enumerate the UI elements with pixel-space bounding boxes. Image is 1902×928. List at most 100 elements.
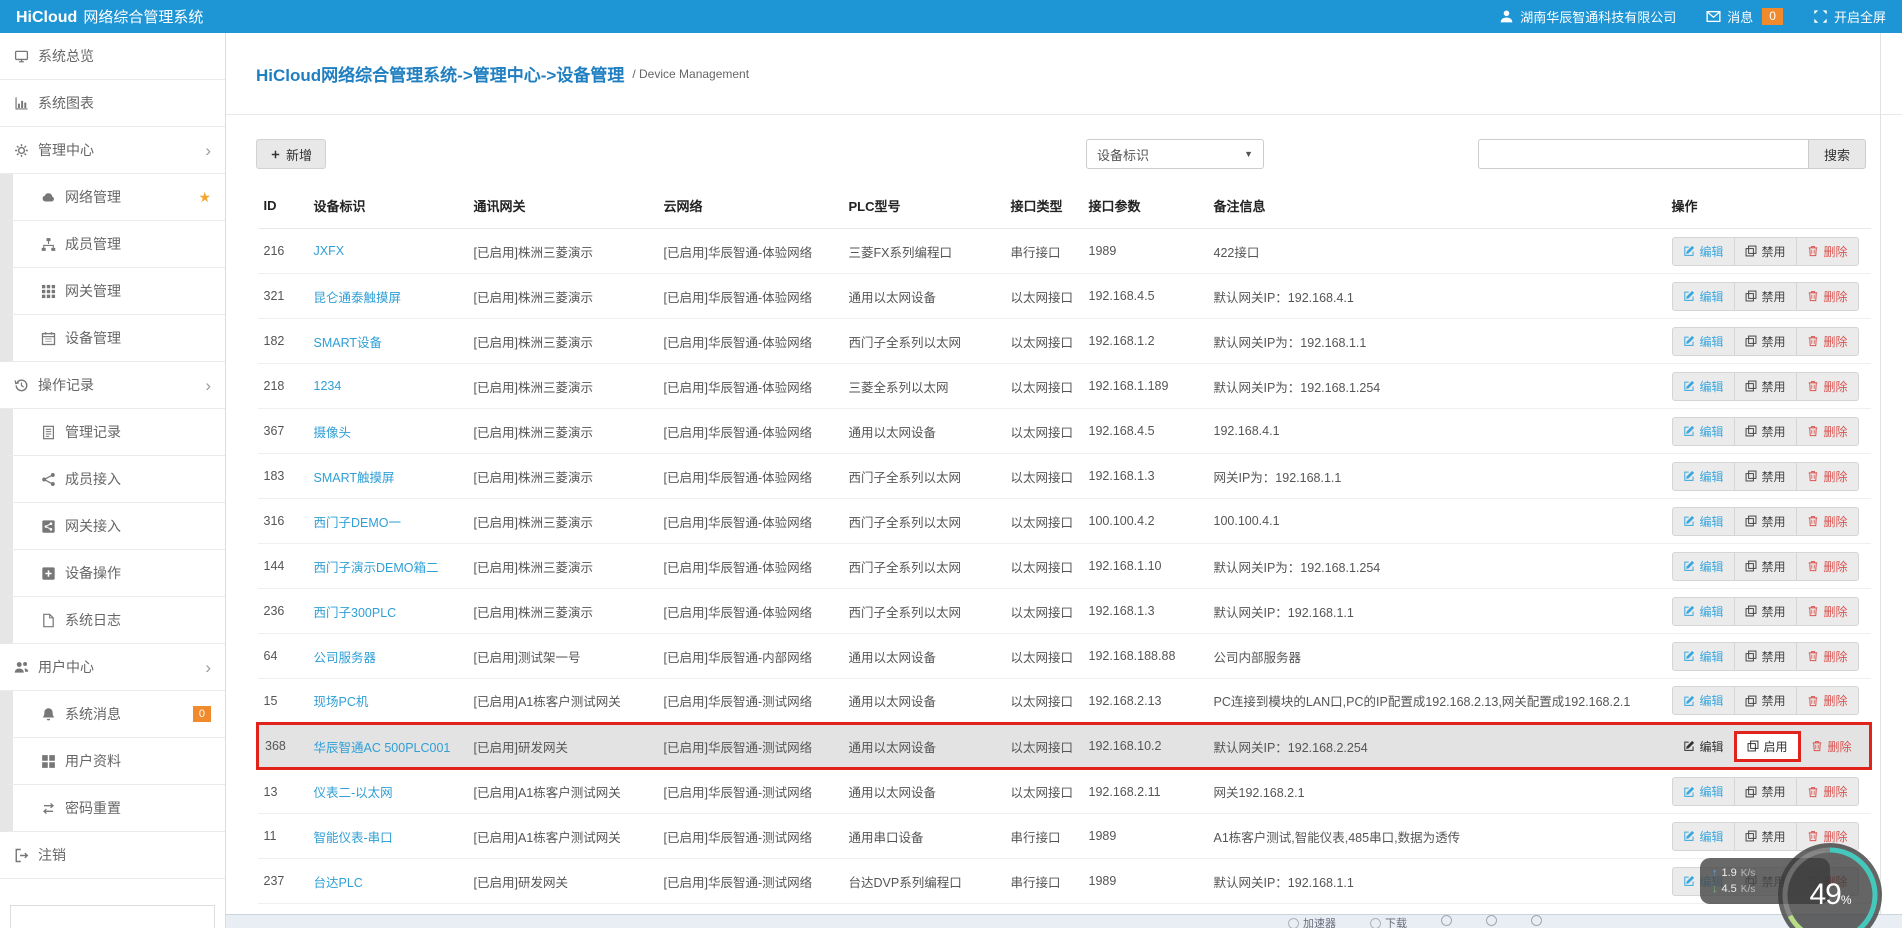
tool-icon[interactable] [1531, 915, 1542, 926]
disable-button[interactable]: 禁用 [1734, 282, 1797, 311]
delete-button[interactable]: 删除 [1796, 686, 1859, 715]
edit-button[interactable]: 编辑 [1672, 327, 1735, 356]
device-link[interactable]: 华辰智通AC 500PLC001 [314, 741, 451, 755]
sidebar-item-system-messages[interactable]: 系统消息0 [0, 691, 225, 738]
table-row: 368华辰智通AC 500PLC001[已启用]研发网关[已启用]华辰智通-测试… [258, 724, 1871, 769]
edit-button[interactable]: 编辑 [1672, 777, 1735, 806]
delete-button[interactable]: 删除 [1796, 462, 1859, 491]
edit-button[interactable]: 编辑 [1672, 507, 1735, 536]
edit-button[interactable]: 编辑 [1672, 597, 1735, 626]
cell-plc-model: 三菱FX系列编程口 [843, 229, 1005, 274]
sidebar-item-member-mgmt[interactable]: 成员管理 [0, 221, 225, 268]
table-row: 367摄像头[已启用]株洲三菱演示[已启用]华辰智通-体验网络通用以太网设备以太… [258, 409, 1871, 454]
sidebar-item-system-charts[interactable]: 系统图表 [0, 80, 225, 127]
sidebar-item-gateway-access[interactable]: 网关接入 [0, 503, 225, 550]
sidebar-item-user-center[interactable]: 用户中心› [0, 644, 225, 691]
edit-button[interactable]: 编辑 [1672, 417, 1735, 446]
sidebar-item-user-profile[interactable]: 用户资料 [0, 738, 225, 785]
device-link[interactable]: JXFX [314, 244, 345, 258]
enable-button[interactable]: 启用 [1734, 731, 1801, 762]
disable-button[interactable]: 禁用 [1734, 507, 1797, 536]
delete-button[interactable]: 删除 [1796, 642, 1859, 671]
disable-button[interactable]: 禁用 [1734, 642, 1797, 671]
filter-field-select[interactable]: 设备标识 ▼ [1086, 139, 1264, 169]
sidebar-item-operation-logs[interactable]: 操作记录› [0, 362, 225, 409]
fullscreen-toggle[interactable]: 开启全屏 [1813, 7, 1886, 26]
sidebar-item-label: 网关管理 [65, 281, 121, 301]
delete-button[interactable]: 删除 [1796, 777, 1859, 806]
disable-button[interactable]: 禁用 [1734, 462, 1797, 491]
tool-icon[interactable] [1441, 915, 1452, 926]
delete-button[interactable]: 删除 [1796, 552, 1859, 581]
trash-icon [1807, 786, 1819, 798]
edit-button[interactable]: 编辑 [1672, 237, 1735, 266]
sidebar-item-admin-center[interactable]: 管理中心› [0, 127, 225, 174]
device-link[interactable]: 西门子300PLC [314, 606, 397, 620]
table-row: 216JXFX[已启用]株洲三菱演示[已启用]华辰智通-体验网络三菱FX系列编程… [258, 229, 1871, 274]
device-link[interactable]: 台达PLC [314, 876, 363, 890]
sidebar-item-device-mgmt[interactable]: 设备管理 [0, 315, 225, 362]
sidebar-item-device-operation[interactable]: 设备操作 [0, 550, 225, 597]
device-link[interactable]: 西门子DEMO一 [314, 516, 402, 530]
device-link[interactable]: 西门子演示DEMO箱二 [314, 561, 439, 575]
disable-button[interactable]: 禁用 [1734, 417, 1797, 446]
sidebar-item-password-reset[interactable]: 密码重置 [0, 785, 225, 832]
device-link[interactable]: 昆仑通泰触摸屏 [314, 291, 402, 305]
delete-button[interactable]: 删除 [1796, 237, 1859, 266]
disable-button[interactable]: 禁用 [1734, 777, 1797, 806]
download-tool[interactable]: 下载 [1370, 915, 1407, 928]
cell-plc-model: 西门子全系列以太网 [843, 454, 1005, 499]
edit-button[interactable]: 编辑 [1672, 462, 1735, 491]
sidebar-item-member-access[interactable]: 成员接入 [0, 456, 225, 503]
accelerator-tool[interactable]: 加速器 [1288, 915, 1336, 928]
device-link[interactable]: SMART触摸屏 [314, 471, 395, 485]
disable-button[interactable]: 禁用 [1734, 597, 1797, 626]
company-account[interactable]: 湖南华辰智通科技有限公司 [1499, 7, 1676, 26]
device-link[interactable]: 现场PC机 [314, 695, 369, 709]
delete-button[interactable]: 删除 [1796, 597, 1859, 626]
edit-icon [1683, 830, 1695, 842]
page-subtitle: / Device Management [632, 67, 749, 81]
sidebar-item-system-announcement[interactable]: 系统公告 [10, 905, 215, 928]
performance-circle-widget[interactable]: 49% [1778, 843, 1882, 928]
delete-button[interactable]: 删除 [1800, 731, 1863, 762]
sidebar-item-logout[interactable]: 注销 [0, 832, 225, 879]
search-input[interactable] [1478, 139, 1808, 169]
delete-button[interactable]: 删除 [1796, 507, 1859, 536]
cell-interface-type: 以太网接口 [1005, 634, 1083, 679]
edit-button[interactable]: 编辑 [1672, 642, 1735, 671]
sidebar-item-gateway-mgmt[interactable]: 网关管理 [0, 268, 225, 315]
sidebar-item-network-mgmt[interactable]: 网络管理★ [0, 174, 225, 221]
delete-button[interactable]: 删除 [1796, 417, 1859, 446]
disable-button[interactable]: 禁用 [1734, 372, 1797, 401]
delete-button[interactable]: 删除 [1796, 282, 1859, 311]
cell-interface-param: 192.168.1.3 [1083, 589, 1208, 634]
search-button[interactable]: 搜索 [1808, 139, 1866, 169]
edit-button[interactable]: 编辑 [1672, 822, 1735, 851]
cell-id: 13 [258, 769, 308, 814]
device-link[interactable]: 摄像头 [314, 426, 352, 440]
delete-button[interactable]: 删除 [1796, 327, 1859, 356]
disable-button[interactable]: 禁用 [1734, 327, 1797, 356]
edit-button[interactable]: 编辑 [1672, 372, 1735, 401]
tool-icon[interactable] [1486, 915, 1497, 926]
sidebar-item-admin-records[interactable]: 管理记录 [0, 409, 225, 456]
messages-menu[interactable]: 消息 0 [1706, 7, 1783, 26]
device-link[interactable]: 仪表二-以太网 [314, 786, 393, 800]
disable-button[interactable]: 禁用 [1734, 552, 1797, 581]
device-link[interactable]: 智能仪表-串口 [314, 831, 393, 845]
disable-button[interactable]: 禁用 [1734, 686, 1797, 715]
disable-button[interactable]: 禁用 [1734, 237, 1797, 266]
edit-button[interactable]: 编辑 [1672, 552, 1735, 581]
cell-device-name: JXFX [308, 229, 468, 274]
sidebar-item-system-log[interactable]: 系统日志 [0, 597, 225, 644]
add-device-button[interactable]: 新增 [256, 139, 326, 169]
edit-button[interactable]: 编辑 [1672, 282, 1735, 311]
delete-button[interactable]: 删除 [1796, 372, 1859, 401]
edit-button[interactable]: 编辑 [1672, 731, 1735, 762]
device-link[interactable]: 公司服务器 [314, 651, 377, 665]
device-link[interactable]: 1234 [314, 379, 342, 393]
sidebar-item-system-overview[interactable]: 系统总览 [0, 33, 225, 80]
device-link[interactable]: SMART设备 [314, 336, 383, 350]
edit-button[interactable]: 编辑 [1672, 686, 1735, 715]
